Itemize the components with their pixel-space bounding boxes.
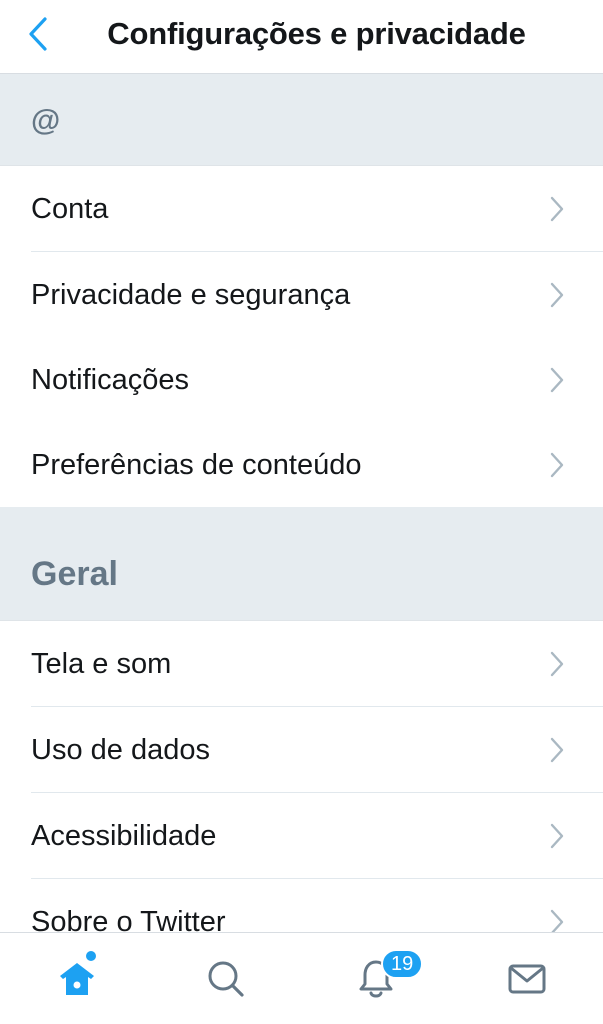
chevron-right-icon [550,452,564,478]
chevron-right-icon [550,367,564,393]
nav-header: Configurações e privacidade [0,0,603,74]
settings-item-label: Preferências de conteúdo [31,449,362,481]
settings-item-conta[interactable]: Conta [0,166,603,252]
settings-screen: Configurações e privacidade @ Conta Priv… [0,0,603,1024]
chevron-right-icon [550,196,564,222]
settings-item-label: Notificações [31,364,189,396]
mail-icon [508,964,546,994]
chevron-right-icon [550,823,564,849]
settings-item-label: Acessibilidade [31,820,217,852]
page-title: Configurações e privacidade [107,16,526,51]
section-header-general: Geral [0,507,603,621]
tab-home[interactable] [2,933,152,1024]
tab-notifications[interactable]: 19 [301,933,451,1024]
tab-messages[interactable] [452,933,602,1024]
notification-badge: 19 [381,949,424,979]
home-icon [60,963,94,995]
tab-bar: 19 [0,932,603,1024]
section-header-account: @ [0,74,603,166]
settings-item-label: Conta [31,193,109,225]
settings-item-acessibilidade[interactable]: Acessibilidade [0,793,603,879]
settings-item-preferencias[interactable]: Preferências de conteúdo [0,422,603,507]
chevron-right-icon [550,737,564,763]
back-button[interactable] [18,14,58,54]
settings-item-label: Tela e som [31,648,172,680]
section-title: Geral [31,555,118,593]
settings-item-label: Privacidade e segurança [31,279,351,311]
chevron-right-icon [550,282,564,308]
settings-item-tela-e-som[interactable]: Tela e som [0,621,603,707]
chevron-left-icon [29,17,47,51]
chevron-right-icon [550,651,564,677]
search-icon [208,961,244,997]
settings-item-label: Uso de dados [31,734,210,766]
settings-item-notificacoes[interactable]: Notificações [0,337,603,423]
settings-item-uso-de-dados[interactable]: Uso de dados [0,707,603,793]
tab-search[interactable] [151,933,301,1024]
settings-item-privacidade[interactable]: Privacidade e segurança [0,252,603,338]
section-title: @ [31,104,61,137]
new-content-dot [86,951,96,961]
